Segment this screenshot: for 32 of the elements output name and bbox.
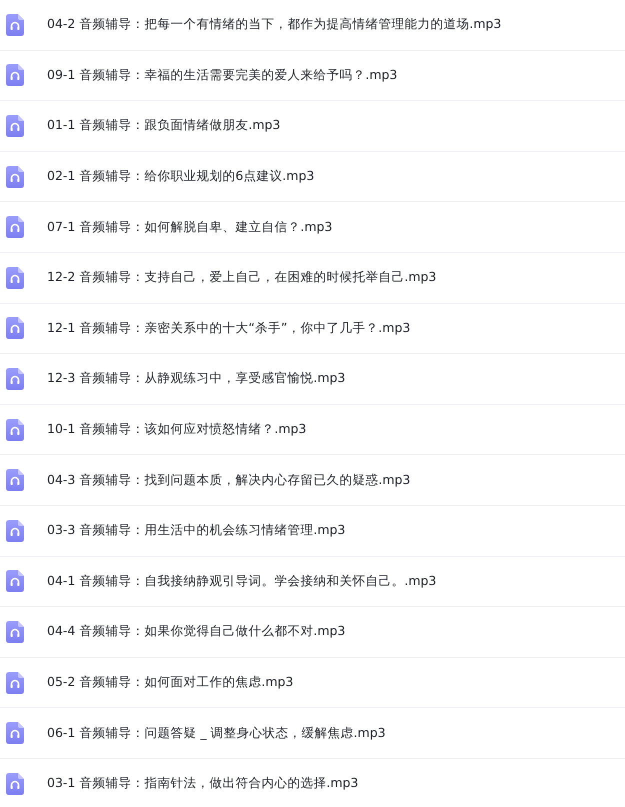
audio-file-icon xyxy=(6,620,24,643)
audio-file-icon xyxy=(6,672,24,694)
audio-file-icon xyxy=(6,772,24,795)
audio-file-icon xyxy=(6,570,24,592)
file-name[interactable]: 03-3 音频辅导：用生活中的机会练习情绪管理.mp3 xyxy=(47,522,346,540)
audio-file-icon xyxy=(6,14,24,36)
file-name[interactable]: 04-1 音频辅导：自我接纳静观引导词。学会接纳和关怀自己。.mp3 xyxy=(47,572,436,590)
file-name[interactable]: 12-1 音频辅导：亲密关系中的十大“杀手”，你中了几手？.mp3 xyxy=(47,320,410,337)
file-name[interactable]: 09-1 音频辅导：幸福的生活需要完美的爱人来给予吗？.mp3 xyxy=(47,66,398,84)
audio-file-icon xyxy=(6,166,24,188)
audio-file-icon xyxy=(6,114,24,137)
file-name[interactable]: 05-2 音频辅导：如何面对工作的焦虑.mp3 xyxy=(47,674,294,692)
file-name[interactable]: 12-2 音频辅导：支持自己，爱上自己，在困难的时候托举自己.mp3 xyxy=(47,269,436,286)
file-name[interactable]: 04-4 音频辅导：如果你觉得自己做什么都不对.mp3 xyxy=(47,623,346,640)
file-name[interactable]: 10-1 音频辅导：该如何应对愤怒情绪？.mp3 xyxy=(47,421,306,438)
audio-file-icon xyxy=(6,722,24,744)
file-name[interactable]: 04-3 音频辅导：找到问题本质，解决内心存留已久的疑惑.mp3 xyxy=(47,472,410,489)
audio-file-icon xyxy=(6,317,24,340)
file-name[interactable]: 03-1 音频辅导：指南针法，做出符合内心的选择.mp3 xyxy=(47,775,358,792)
audio-file-icon xyxy=(6,520,24,542)
file-name[interactable]: 04-2 音频辅导：把每一个有情绪的当下，都作为提高情绪管理能力的道场.mp3 xyxy=(47,16,502,34)
file-name[interactable]: 07-1 音频辅导：如何解脱自卑、建立自信？.mp3 xyxy=(47,218,332,236)
file-name[interactable]: 01-1 音频辅导：跟负面情绪做朋友.mp3 xyxy=(47,117,280,134)
file-name[interactable]: 12-3 音频辅导：从静观练习中，享受感官愉悦.mp3 xyxy=(47,370,346,388)
audio-file-icon xyxy=(6,418,24,441)
file-name[interactable]: 02-1 音频辅导：给你职业规划的6点建议.mp3 xyxy=(47,168,314,186)
audio-file-icon xyxy=(6,469,24,492)
file-name[interactable]: 06-1 音频辅导：问题答疑 _ 调整身心状态，缓解焦虑.mp3 xyxy=(47,724,386,742)
audio-file-icon xyxy=(6,266,24,289)
audio-file-icon xyxy=(6,216,24,238)
audio-file-icon xyxy=(6,368,24,390)
audio-file-icon xyxy=(6,64,24,86)
